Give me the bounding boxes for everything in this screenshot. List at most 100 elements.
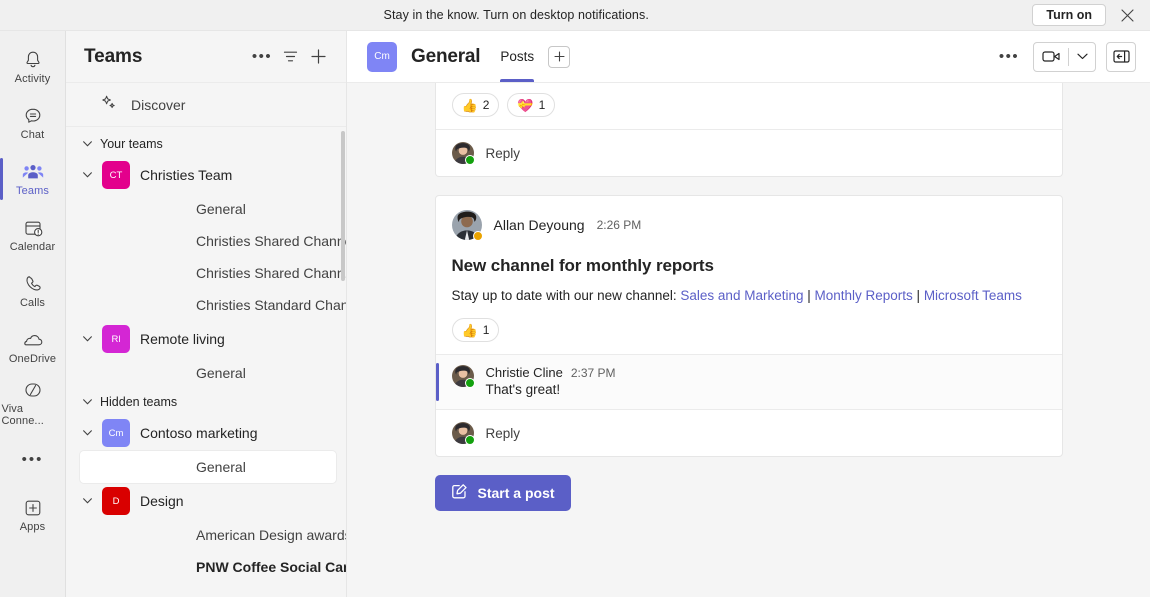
thumbs-up-icon: 👍 — [462, 324, 478, 337]
channel-name: Christies Standard Channel — [196, 297, 346, 313]
app-rail: Activity Chat — [0, 31, 66, 597]
video-camera-icon[interactable] — [1034, 43, 1068, 71]
reply-button[interactable]: Reply — [436, 130, 1062, 176]
team-name: Design — [140, 493, 184, 509]
channel-row[interactable]: General — [80, 357, 336, 389]
rail-item-chat[interactable]: Chat — [2, 95, 64, 151]
reaction-count: 2 — [483, 98, 490, 112]
team-name: Christies Team — [140, 167, 232, 183]
group-label: Hidden teams — [100, 395, 177, 409]
presence-badge — [465, 435, 475, 445]
add-tab-icon[interactable] — [548, 46, 570, 68]
team-list: Your teams CT Christies Team General Chr… — [66, 127, 346, 597]
sparkle-icon — [100, 94, 117, 116]
post-timestamp: 2:26 PM — [597, 218, 642, 232]
rail-item-viva-connections[interactable]: Viva Conne... — [2, 375, 64, 431]
teams-sidebar: Teams ••• Discover — [66, 31, 347, 597]
chevron-down-icon — [82, 496, 92, 506]
chevron-down-icon — [82, 334, 92, 344]
channel-header-actions: ••• — [995, 42, 1136, 72]
channel-name: General — [196, 365, 246, 381]
link-separator: | — [913, 288, 924, 303]
start-a-post-label: Start a post — [478, 485, 555, 501]
post-author: Allan Deyoung — [494, 217, 585, 233]
reply-timestamp: 2:37 PM — [571, 366, 616, 380]
close-icon[interactable] — [1114, 2, 1140, 28]
team-avatar: Rl — [102, 325, 130, 353]
team-avatar: D — [102, 487, 130, 515]
rail-item-calendar[interactable]: Calendar — [2, 207, 64, 263]
rail-item-apps[interactable]: Apps — [2, 487, 64, 543]
reply-author: Christie Cline — [486, 365, 563, 380]
filter-icon[interactable] — [276, 43, 304, 71]
reply-message: Christie Cline 2:37 PM That's great! — [436, 355, 1062, 409]
heart-icon: 💝 — [517, 99, 533, 112]
meet-button-group — [1033, 42, 1096, 72]
turn-on-notifications-button[interactable]: Turn on — [1032, 4, 1106, 26]
rail-item-more[interactable]: ••• — [2, 431, 64, 487]
start-a-post-button[interactable]: Start a post — [435, 475, 571, 511]
cloud-icon — [22, 329, 44, 351]
rail-item-calls[interactable]: Calls — [2, 263, 64, 319]
rail-label-onedrive: OneDrive — [9, 353, 56, 365]
viva-connections-icon — [23, 379, 43, 401]
open-side-panel-icon[interactable] — [1106, 42, 1136, 72]
post-link-sales-and-marketing[interactable]: Sales and Marketing — [680, 288, 803, 303]
group-label: Your teams — [100, 137, 163, 151]
team-row-contoso-marketing[interactable]: Cm Contoso marketing — [66, 415, 346, 451]
page-title: Teams — [84, 46, 248, 68]
reply-label: Reply — [486, 146, 521, 161]
post-card-partial: 👍 2 💝 1 — [435, 83, 1063, 177]
channel-row[interactable]: American Design awards — [80, 519, 336, 551]
reply-button[interactable]: Reply — [436, 410, 1062, 456]
channel-header: Cm General Posts ••• — [347, 31, 1150, 83]
notification-banner-text: Stay in the know. Turn on desktop notifi… — [0, 8, 1032, 22]
team-row-remote-living[interactable]: Rl Remote living — [66, 321, 346, 357]
presence-badge — [465, 155, 475, 165]
team-avatar: CT — [102, 161, 130, 189]
group-header-hidden-teams[interactable]: Hidden teams — [66, 389, 346, 415]
post-header: Allan Deyoung 2:26 PM — [436, 196, 1062, 248]
notification-banner: Stay in the know. Turn on desktop notifi… — [0, 0, 1150, 31]
channel-row[interactable]: Christies Shared Channel — [80, 225, 336, 257]
reply-text: That's great! — [486, 382, 616, 397]
channel-name: General — [196, 459, 246, 475]
channel-row[interactable]: General — [80, 193, 336, 225]
rail-item-onedrive[interactable]: OneDrive — [2, 319, 64, 375]
sidebar-item-label-discover: Discover — [131, 97, 185, 113]
reaction-row: 👍 2 💝 1 — [436, 83, 1062, 129]
thumbs-up-reaction[interactable]: 👍 2 — [452, 93, 500, 117]
rail-item-teams[interactable]: Teams — [2, 151, 64, 207]
teams-app-window: Stay in the know. Turn on desktop notifi… — [0, 0, 1150, 597]
chevron-down-icon[interactable] — [1069, 43, 1095, 71]
thumbs-up-icon: 👍 — [462, 99, 478, 112]
more-horizontal-icon[interactable]: ••• — [248, 43, 276, 71]
add-team-icon[interactable] — [304, 43, 332, 71]
team-row-christies-team[interactable]: CT Christies Team — [66, 157, 346, 193]
post-link-monthly-reports[interactable]: Monthly Reports — [815, 288, 913, 303]
chevron-down-icon — [82, 170, 92, 180]
post-card: Allan Deyoung 2:26 PM New channel for mo… — [435, 195, 1063, 457]
team-row-design[interactable]: D Design — [66, 483, 346, 519]
calendar-alert-icon — [23, 217, 43, 239]
teams-sidebar-header: Teams ••• — [66, 31, 346, 83]
channel-row-unread[interactable]: PNW Coffee Social Cam... — [80, 551, 336, 583]
more-horizontal-icon: ••• — [22, 452, 44, 467]
rail-label-activity: Activity — [15, 73, 51, 85]
channel-row-selected[interactable]: General — [80, 451, 336, 483]
tab-posts[interactable]: Posts — [500, 31, 534, 82]
sidebar-scrollbar[interactable] — [341, 131, 345, 281]
avatar — [452, 210, 482, 240]
channel-row[interactable]: Christies Shared Chann... — [80, 257, 336, 289]
rail-item-activity[interactable]: Activity — [2, 39, 64, 95]
sidebar-item-discover[interactable]: Discover — [66, 83, 346, 127]
post-link-microsoft-teams[interactable]: Microsoft Teams — [924, 288, 1022, 303]
post-title: New channel for monthly reports — [436, 248, 1062, 282]
group-header-your-teams[interactable]: Your teams — [66, 131, 346, 157]
thumbs-up-reaction[interactable]: 👍 1 — [452, 318, 500, 342]
more-horizontal-icon[interactable]: ••• — [995, 43, 1023, 71]
reply-label: Reply — [486, 426, 521, 441]
heart-reaction[interactable]: 💝 1 — [507, 93, 555, 117]
channel-row[interactable]: Christies Standard Channel — [80, 289, 336, 321]
tab-label: Posts — [500, 49, 534, 64]
